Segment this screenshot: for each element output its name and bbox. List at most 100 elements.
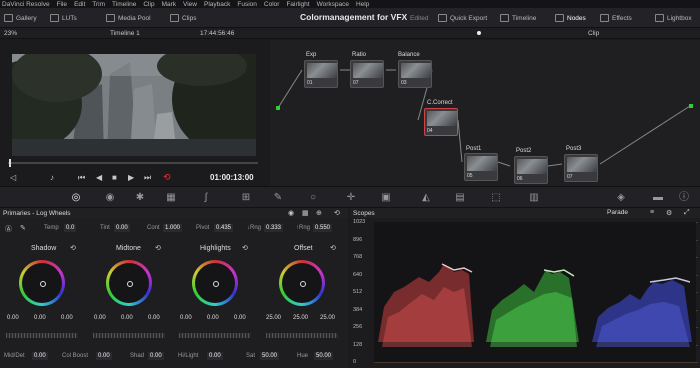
midtone-b[interactable]: 0.00 [148, 315, 160, 321]
hilight-value[interactable]: 0.00 [207, 352, 223, 360]
warper-icon[interactable]: ⊞ [240, 192, 252, 204]
menu-color[interactable]: Color [264, 1, 280, 8]
auto-icon[interactable]: Ⓐ [5, 224, 12, 234]
timeline-name[interactable]: Timeline 1 [110, 30, 140, 37]
curves-icon[interactable]: ∫ [200, 192, 212, 204]
tint-value[interactable]: 0.00 [114, 224, 130, 232]
menu-file[interactable]: File [57, 1, 67, 8]
low-range-value[interactable]: 0.333 [264, 224, 284, 232]
highlights-reset-icon[interactable]: ⟲ [242, 244, 248, 252]
quick-export-button[interactable]: Quick Export [438, 11, 487, 25]
log-wheels-icon[interactable]: ◉ [288, 209, 294, 217]
reverse-icon[interactable]: ◀ [96, 173, 102, 182]
menu-timeline[interactable]: Timeline [112, 1, 136, 8]
midtone-master-slider[interactable] [93, 333, 165, 338]
motion-effects-icon[interactable]: ✱ [134, 192, 146, 204]
node-exp[interactable]: 01 [304, 60, 338, 88]
sizing-icon[interactable]: ⬚ [490, 192, 502, 204]
scope-expand-icon[interactable]: ⤢ [684, 209, 690, 217]
offset-reset-icon[interactable]: ⟲ [330, 244, 336, 252]
blur-icon[interactable]: ◭ [420, 192, 432, 204]
middet-value[interactable]: 0.00 [32, 352, 48, 360]
media-pool-button[interactable]: Media Pool [106, 11, 151, 25]
midtone-wheel[interactable] [106, 260, 152, 306]
node-post2[interactable]: 06 [514, 156, 548, 184]
shadow-b[interactable]: 0.00 [61, 315, 73, 321]
colboost-value[interactable]: 0.00 [96, 352, 112, 360]
scope-options-icon[interactable]: ⚙ [666, 209, 672, 217]
offset-b[interactable]: 25.00 [320, 315, 335, 321]
viewer-image[interactable] [12, 54, 256, 156]
magic-mask-icon[interactable]: ▣ [380, 192, 392, 204]
info-icon[interactable]: ⓘ [678, 192, 690, 204]
menu-mark[interactable]: Mark [162, 1, 176, 8]
shadow-reset-icon[interactable]: ⟲ [70, 244, 76, 252]
gallery-button[interactable]: Gallery [4, 11, 37, 25]
menu-view[interactable]: View [183, 1, 197, 8]
node-graph[interactable]: Exp 01 Ratio 07 Balance 03 C.Correct 04 … [270, 40, 700, 186]
shadow-master-slider[interactable] [6, 333, 78, 338]
luts-button[interactable]: LUTs [50, 11, 77, 25]
menu-trim[interactable]: Trim [92, 1, 105, 8]
node-balance[interactable]: 03 [398, 60, 432, 88]
play-icon[interactable]: ▶ [128, 173, 134, 182]
shadow-g[interactable]: 0.00 [34, 315, 46, 321]
skip-end-icon[interactable]: ⏭ [144, 173, 151, 183]
contrast-value[interactable]: 1.000 [163, 224, 183, 232]
3d-icon[interactable]: ▥ [528, 192, 540, 204]
rgb-mixer-icon[interactable]: ◉ [104, 192, 116, 204]
high-range-value[interactable]: 0.550 [313, 224, 333, 232]
loop-icon[interactable]: ⟲ [163, 172, 171, 183]
menu-help[interactable]: Help [356, 1, 369, 8]
menu-edit[interactable]: Edit [74, 1, 85, 8]
menu-playback[interactable]: Playback [204, 1, 230, 8]
highlights-r[interactable]: 0.00 [180, 315, 192, 321]
temp-value[interactable]: 0.0 [64, 224, 77, 232]
menu-app[interactable]: DaVinci Resolve [2, 1, 50, 8]
qualifier-icon[interactable]: ✎ [272, 192, 284, 204]
shad-value[interactable]: 0.00 [148, 352, 164, 360]
clip-dropdown[interactable]: Clip [588, 30, 599, 37]
highlights-b[interactable]: 0.00 [234, 315, 246, 321]
node-ratio[interactable]: 07 [350, 60, 384, 88]
stop-icon[interactable]: ■ [112, 173, 117, 182]
offset-g[interactable]: 25.00 [293, 315, 308, 321]
timeline-button[interactable]: Timeline [500, 11, 536, 25]
offset-wheel[interactable] [279, 260, 325, 306]
reset-icon[interactable]: ⟲ [334, 209, 340, 217]
scope-mode-dropdown[interactable]: Parade [607, 209, 628, 216]
midtone-g[interactable]: 0.00 [121, 315, 133, 321]
highlights-wheel[interactable] [192, 260, 238, 306]
window-icon[interactable]: ○ [307, 192, 319, 204]
tracker-icon[interactable]: ✛ [345, 192, 357, 204]
scopes-icon[interactable]: ▬ [652, 192, 664, 204]
sat-value[interactable]: 50.00 [260, 352, 280, 360]
zoom-dropdown[interactable]: 23% [4, 30, 17, 37]
offset-master-slider[interactable] [266, 333, 338, 338]
offset-r[interactable]: 25.00 [266, 315, 281, 321]
keyframes-icon[interactable]: ◈ [615, 192, 627, 204]
pivot-value[interactable]: 0.435 [214, 224, 234, 232]
raw-icon[interactable]: ▦ [165, 192, 177, 204]
volume-icon[interactable]: ♪ [50, 173, 54, 182]
highlights-master-slider[interactable] [179, 333, 251, 338]
shadow-r[interactable]: 0.00 [7, 315, 19, 321]
playhead[interactable] [9, 159, 11, 167]
bars-icon[interactable]: ▦ [302, 209, 309, 217]
scrub-bar[interactable] [8, 162, 258, 164]
menu-clip[interactable]: Clip [143, 1, 154, 8]
menu-fairlight[interactable]: Fairlight [286, 1, 309, 8]
input-port[interactable] [276, 106, 280, 110]
output-port[interactable] [689, 104, 693, 108]
clips-button[interactable]: Clips [170, 11, 196, 25]
node-post3[interactable]: 07 [564, 154, 598, 182]
effects-button[interactable]: Effects [600, 11, 632, 25]
scope-settings-icon[interactable]: ≡ [650, 209, 654, 216]
node-ccorrect[interactable]: 04 [424, 108, 458, 136]
skip-start-icon[interactable]: ⏮ [78, 173, 85, 183]
midtone-r[interactable]: 0.00 [94, 315, 106, 321]
picker-icon[interactable]: ✎ [20, 224, 26, 232]
color-wheels-icon[interactable]: ◎ [70, 192, 82, 204]
shadow-wheel[interactable] [19, 260, 65, 306]
node-post1[interactable]: 05 [464, 153, 498, 181]
